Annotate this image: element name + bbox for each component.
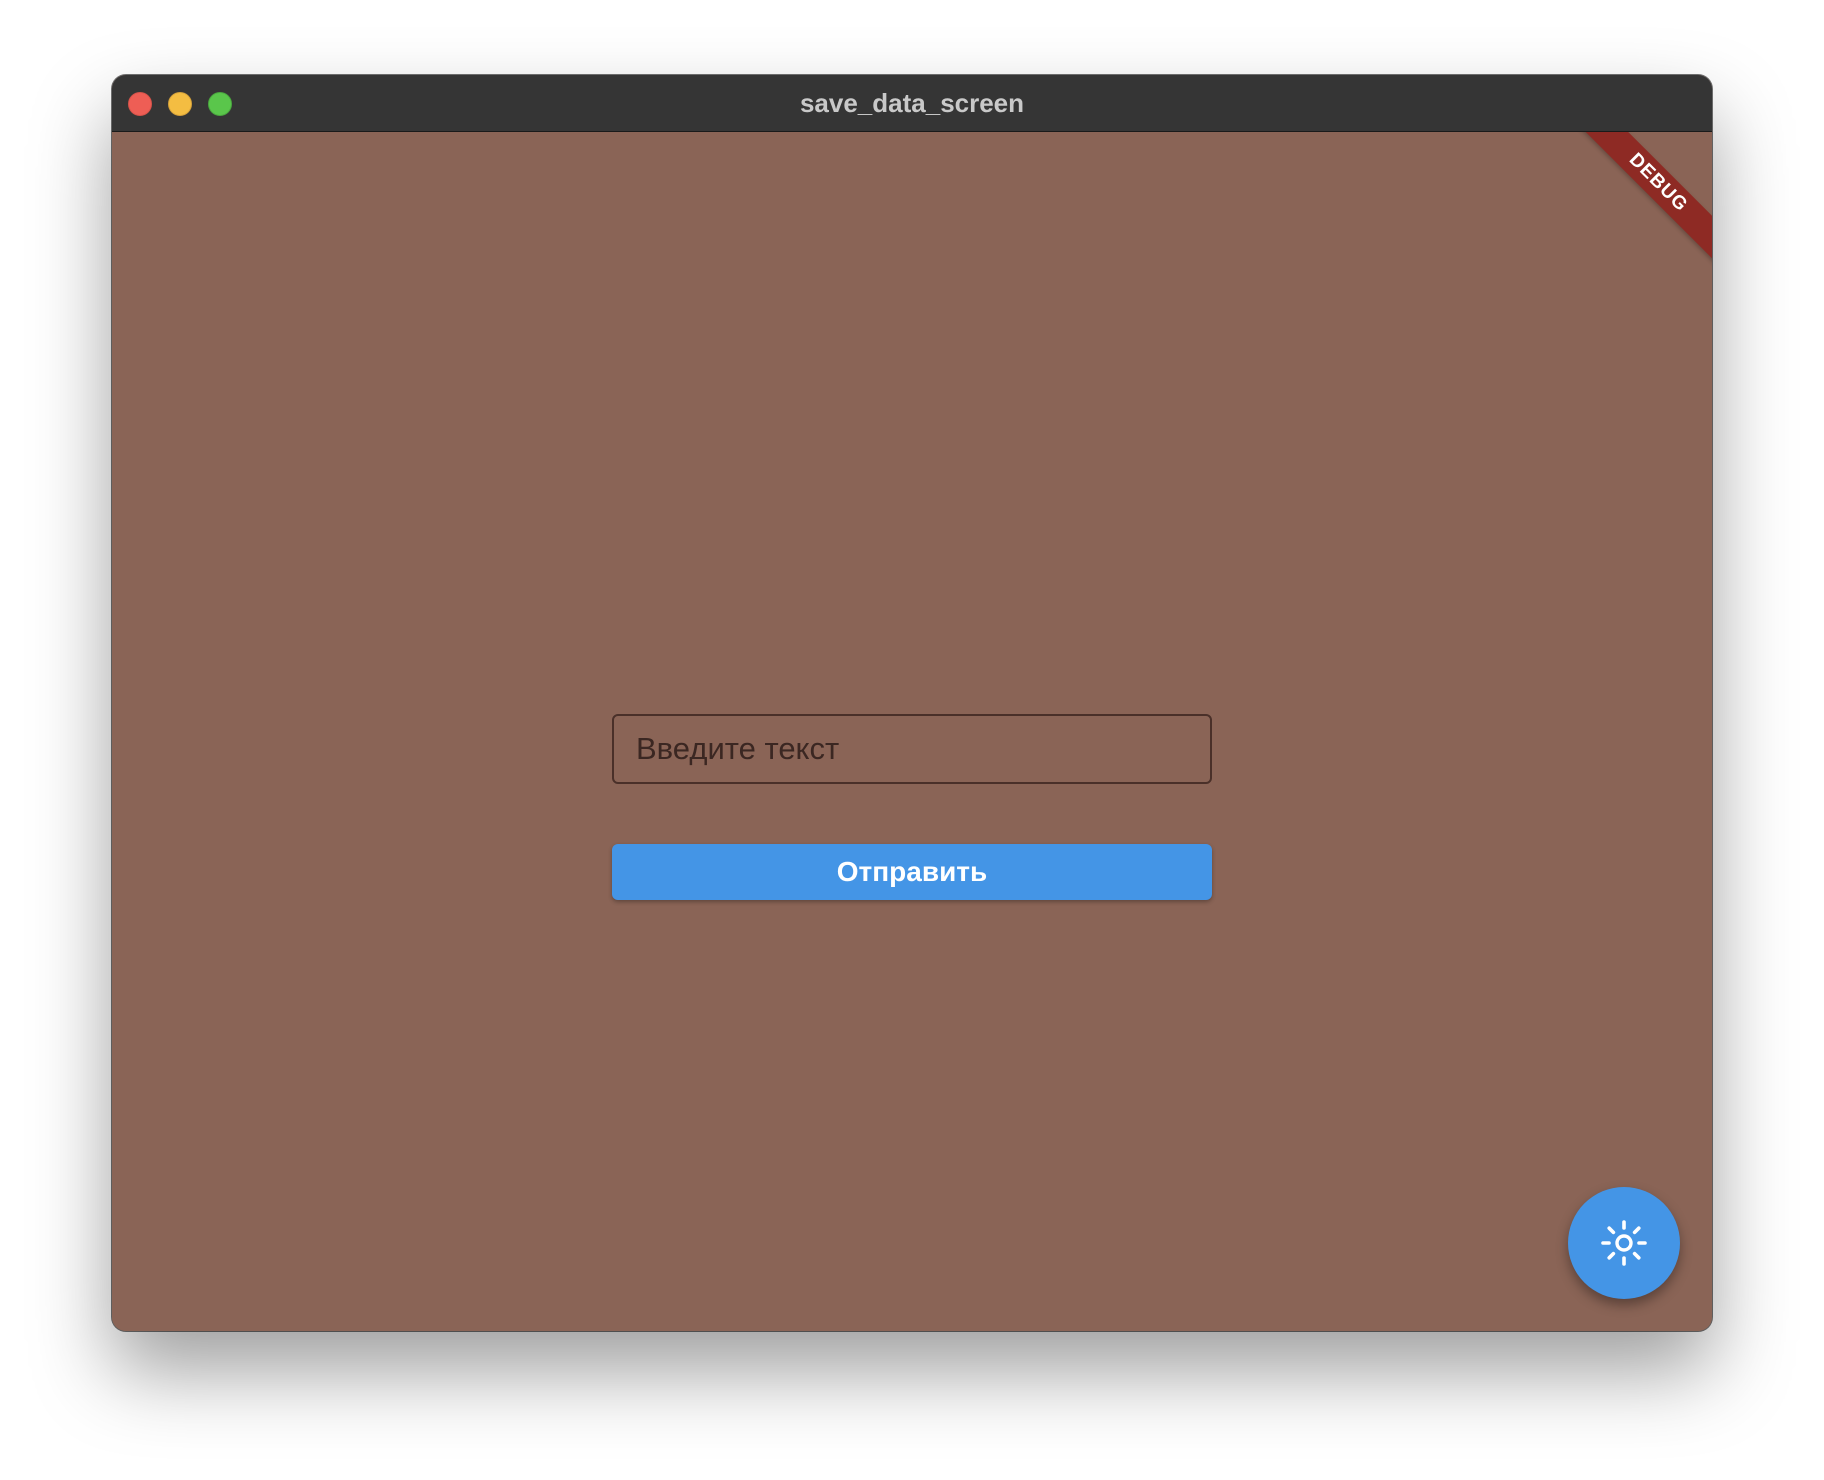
- title-bar[interactable]: save_data_screen: [112, 75, 1712, 132]
- submit-button[interactable]: Отправить: [612, 844, 1212, 900]
- theme-toggle-button[interactable]: [1568, 1187, 1680, 1299]
- brightness-icon: [1601, 1220, 1647, 1266]
- debug-banner: DEBUG: [1576, 132, 1712, 265]
- text-input[interactable]: [612, 714, 1212, 784]
- app-content: DEBUG Отправить: [112, 132, 1712, 1331]
- app-window: save_data_screen DEBUG Отправить: [112, 75, 1712, 1331]
- window-title: save_data_screen: [799, 88, 1025, 118]
